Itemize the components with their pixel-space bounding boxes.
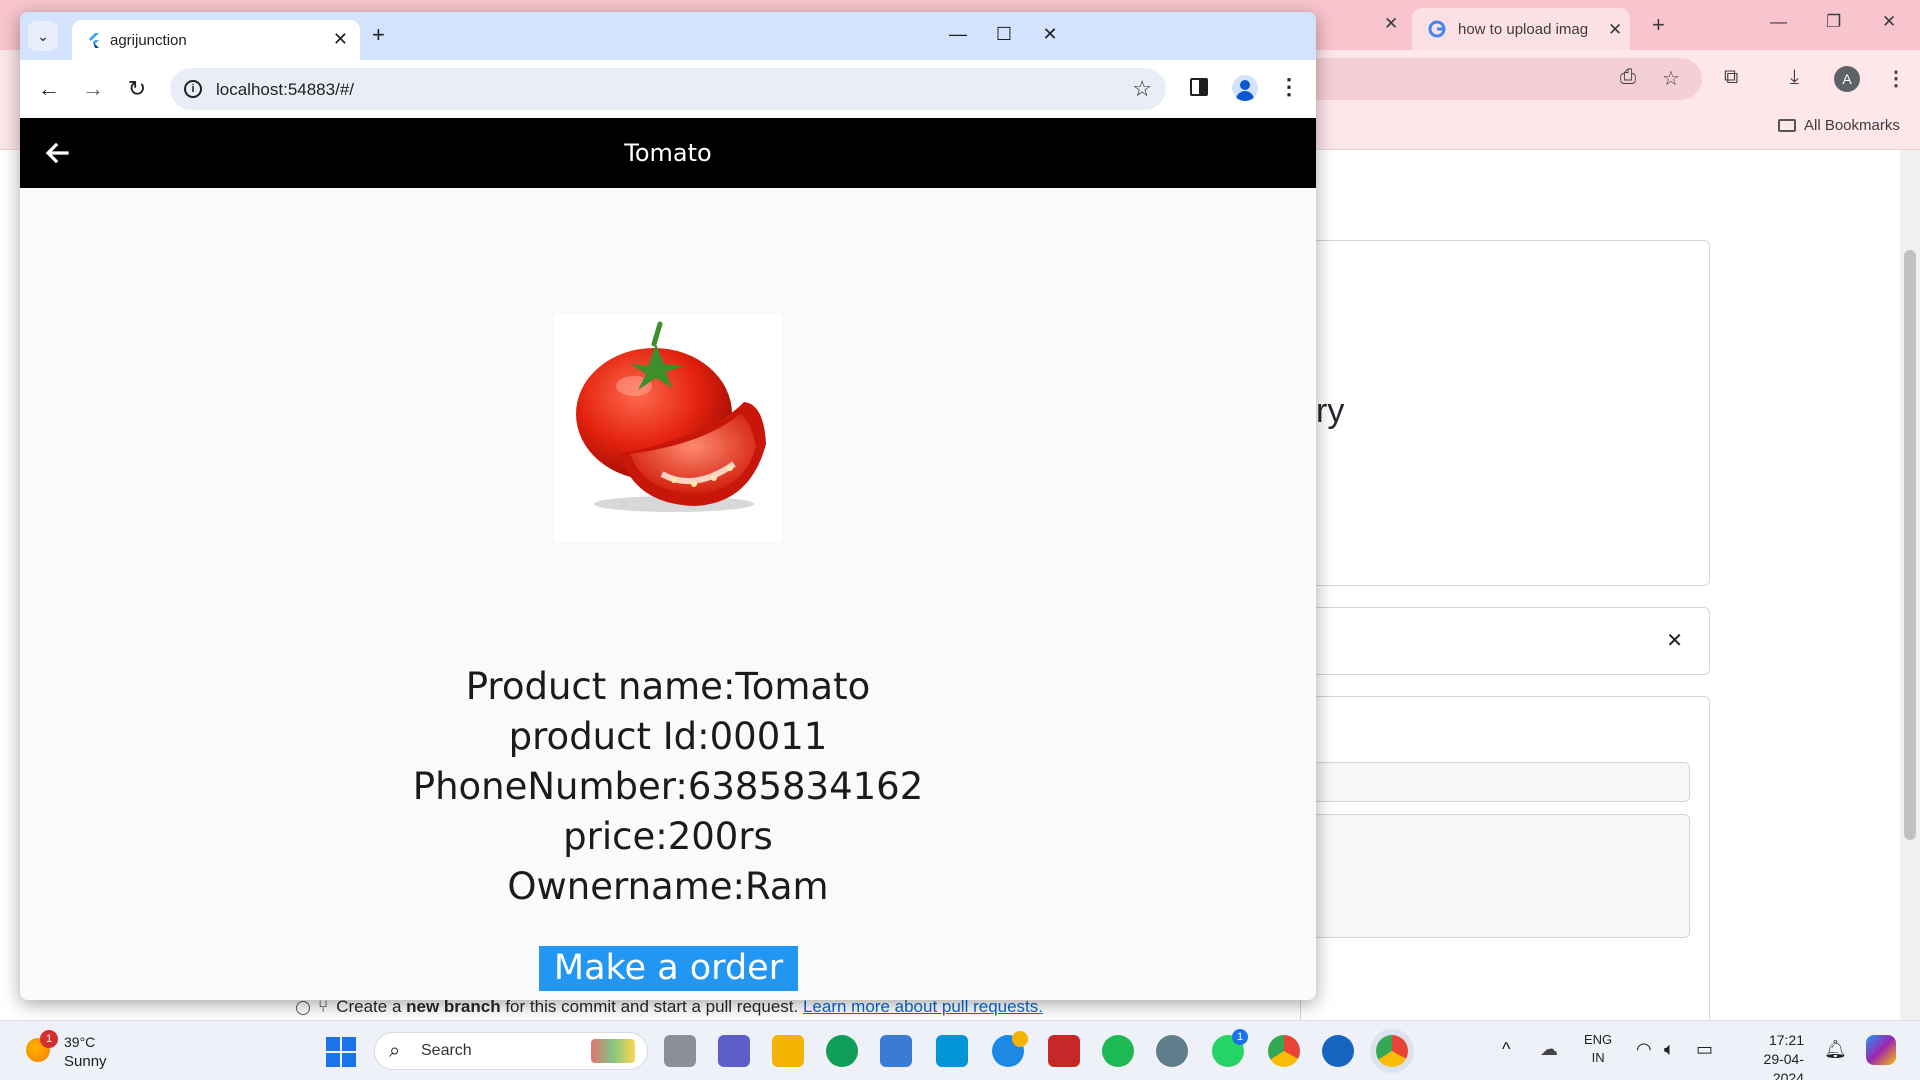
- app-bar: Tomato: [20, 118, 1316, 188]
- flutter-icon: [89, 33, 99, 48]
- maximize-icon[interactable]: ☐: [994, 24, 1014, 45]
- browser-window: ⌄ agrijunction ✕ + — ☐ ✕ ← → ↻ i localho…: [20, 12, 1316, 1000]
- tab-close-icon[interactable]: ✕: [333, 29, 348, 50]
- background-title-input[interactable]: [1300, 762, 1690, 802]
- page-title: Tomato: [624, 139, 712, 167]
- make-order-button[interactable]: Make a order: [539, 946, 798, 991]
- taskbar-search-box[interactable]: ⌕ Search: [374, 1032, 648, 1070]
- forward-arrow-icon[interactable]: →: [80, 76, 106, 102]
- background-scrollbar[interactable]: [1900, 150, 1920, 1020]
- background-card: [1300, 240, 1710, 586]
- settings-gear-icon[interactable]: [1156, 1035, 1188, 1067]
- bookmark-star-icon[interactable]: ☆: [1662, 66, 1680, 91]
- background-tab-close-icon[interactable]: ✕: [1384, 14, 1398, 34]
- file-explorer-icon[interactable]: [772, 1035, 804, 1067]
- reload-icon[interactable]: ↻: [124, 76, 150, 102]
- bookmark-star-icon[interactable]: ☆: [1132, 76, 1152, 102]
- new-tab-icon[interactable]: +: [372, 22, 385, 48]
- product-id: product Id:00011: [508, 715, 828, 758]
- background-dismissable-card: ✕: [1300, 607, 1710, 675]
- all-bookmarks-label: All Bookmarks: [1804, 117, 1900, 134]
- chrome-active-icon[interactable]: [1376, 1035, 1408, 1067]
- pull-request-note: ⑂ Create a new branch for this commit and…: [296, 997, 1043, 1017]
- tab-title: agrijunction: [110, 32, 187, 49]
- windows-start-icon[interactable]: [326, 1037, 356, 1067]
- copilot-icon[interactable]: [1866, 1035, 1896, 1065]
- download-icon[interactable]: ⤓: [1790, 66, 1799, 89]
- teams-icon[interactable]: [718, 1035, 750, 1067]
- wifi-icon[interactable]: ◠: [1636, 1039, 1652, 1060]
- time: 17:21: [1768, 1032, 1804, 1048]
- volume-icon[interactable]: 🔈︎: [1664, 1039, 1675, 1060]
- background-restore-icon[interactable]: ❐: [1826, 12, 1841, 32]
- background-tab-google[interactable]: how to upload imag ✕: [1412, 8, 1630, 50]
- address-bar[interactable]: i localhost:54883/#/ ☆: [170, 68, 1166, 110]
- clock[interactable]: 17:21 29-04-2024: [1736, 1031, 1804, 1080]
- whatsapp-badge: 1: [1232, 1029, 1248, 1045]
- language-code: ENG: [1584, 1032, 1613, 1047]
- background-close-window-icon[interactable]: ✕: [1882, 12, 1896, 32]
- search-placeholder: Search: [421, 1042, 472, 1059]
- profile-icon[interactable]: [1232, 75, 1258, 101]
- extensions-icon[interactable]: ⧉: [1724, 66, 1738, 89]
- search-highlight-icon: [591, 1039, 635, 1063]
- background-description-textarea[interactable]: [1300, 814, 1690, 938]
- url-text[interactable]: localhost:54883/#/: [216, 80, 354, 100]
- owner-name: Ownername:Ram: [507, 865, 829, 908]
- folder-icon: [1778, 119, 1796, 132]
- minimize-icon[interactable]: —: [948, 24, 968, 45]
- side-panel-icon[interactable]: [1190, 78, 1208, 96]
- chrome-icon[interactable]: [1268, 1035, 1300, 1067]
- app-store-icon[interactable]: [1322, 1035, 1354, 1067]
- background-minimize-icon[interactable]: —: [1770, 12, 1787, 32]
- back-arrow-icon[interactable]: ←: [36, 76, 62, 102]
- google-icon: [1428, 20, 1446, 38]
- weather-condition: Sunny: [64, 1053, 107, 1070]
- chevron-up-icon[interactable]: ^: [1502, 1039, 1510, 1060]
- product-details: Product name:Tomato product Id:00011 Pho…: [20, 662, 1316, 912]
- notification-bell-icon[interactable]: 🔔︎: [1824, 1039, 1847, 1060]
- price: price:200rs: [563, 815, 773, 858]
- background-tab-close-icon[interactable]: ✕: [1608, 20, 1622, 40]
- search-icon: ⌕: [389, 1040, 401, 1062]
- spotify-icon[interactable]: [1102, 1035, 1134, 1067]
- battery-icon[interactable]: ▭: [1696, 1039, 1713, 1060]
- chevron-down-icon: ⌄: [37, 27, 49, 44]
- weather-badge: 1: [40, 1030, 58, 1048]
- weather-temperature: 39°C: [64, 1034, 96, 1050]
- phone-number: PhoneNumber:6385834162: [412, 765, 924, 808]
- menu-icon[interactable]: ⋮: [1886, 66, 1906, 91]
- radio-icon[interactable]: [296, 1000, 310, 1015]
- tab-agrijunction[interactable]: agrijunction ✕: [72, 20, 360, 60]
- profile-avatar[interactable]: A: [1834, 66, 1860, 92]
- tomato-product-image: [554, 314, 782, 542]
- mcafee-icon[interactable]: [1048, 1035, 1080, 1067]
- language-indicator[interactable]: ENG IN: [1584, 1031, 1612, 1067]
- background-new-tab-icon[interactable]: +: [1652, 12, 1665, 38]
- region-code: IN: [1591, 1050, 1605, 1065]
- close-icon[interactable]: ✕: [1666, 628, 1683, 653]
- all-bookmarks-button[interactable]: All Bookmarks: [1778, 117, 1900, 134]
- product-name: Product name:Tomato: [465, 665, 871, 708]
- microsoft-store-icon[interactable]: [880, 1035, 912, 1067]
- scrollbar-thumb[interactable]: [1904, 250, 1916, 840]
- onedrive-icon[interactable]: ☁: [1540, 1039, 1558, 1060]
- install-app-icon[interactable]: ⎙: [1620, 66, 1636, 89]
- close-window-icon[interactable]: ✕: [1040, 24, 1060, 45]
- help-notification-dot: [1012, 1031, 1028, 1047]
- browser-toolbar: ← → ↻ i localhost:54883/#/ ☆ ⋮: [20, 60, 1316, 118]
- tab-search-button[interactable]: ⌄: [28, 21, 58, 51]
- edge-icon[interactable]: [826, 1035, 858, 1067]
- menu-icon[interactable]: ⋮: [1278, 74, 1300, 100]
- background-tab-title: how to upload imag: [1458, 21, 1589, 38]
- taskbar: 1 39°C Sunny ⌕ Search 1 ^ ☁ ENG IN ◠ 🔈︎ …: [0, 1020, 1920, 1080]
- background-text-fragment: ry: [1316, 392, 1345, 430]
- task-view-icon[interactable]: [664, 1035, 696, 1067]
- date: 29-04-2024: [1763, 1051, 1804, 1080]
- myhp-icon[interactable]: [936, 1035, 968, 1067]
- tab-strip: ⌄ agrijunction ✕ + — ☐ ✕: [20, 12, 1316, 60]
- site-info-icon[interactable]: i: [184, 80, 202, 98]
